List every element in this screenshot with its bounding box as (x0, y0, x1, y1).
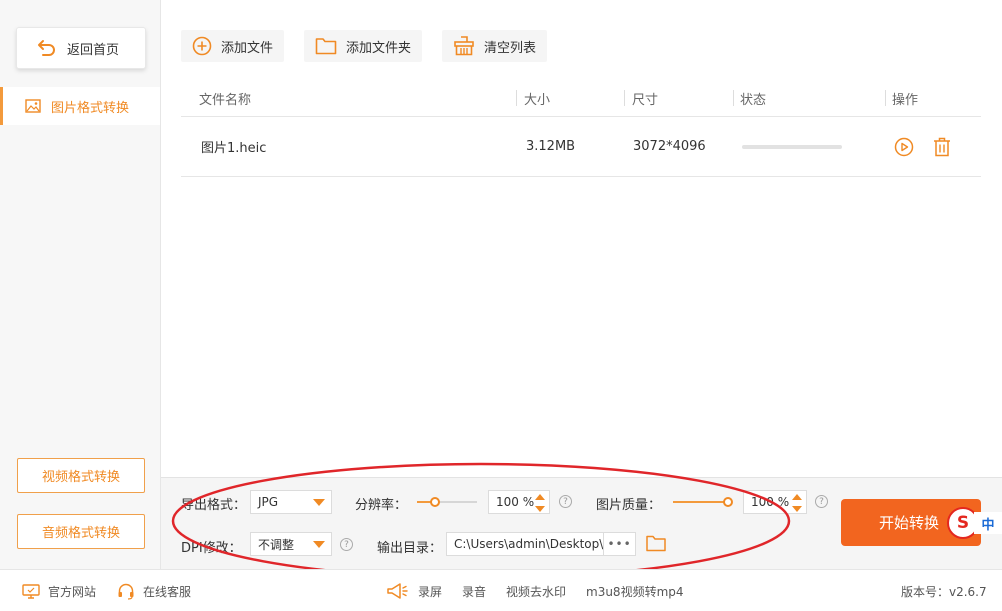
m3u8-to-mp4-link[interactable]: m3u8视频转mp4 (586, 570, 684, 611)
delete-file-button[interactable] (931, 136, 953, 158)
header-status: 状态 (740, 93, 767, 108)
resolution-label: 分辨率： (355, 498, 408, 513)
trash-icon (934, 137, 950, 157)
official-website-link[interactable]: 官方网站 (22, 570, 96, 611)
add-folder-label: 添加文件夹 (346, 40, 412, 56)
footer: 官方网站 在线客服 录屏 录音 视频去水印 m3u8视频转mp4 版本号：v2.… (0, 569, 1002, 611)
toolbar: 添加文件 添加文件夹 清空列表 (181, 30, 548, 62)
record-audio-link[interactable]: 录音 (462, 570, 486, 611)
slider-knob[interactable] (723, 497, 733, 507)
record-screen-link[interactable]: 录屏 (418, 570, 442, 611)
quality-value: 100 % (751, 495, 790, 509)
megaphone-icon (387, 583, 408, 599)
plus-circle-icon (192, 36, 212, 56)
add-file-label: 添加文件 (221, 40, 274, 56)
dpi-help-icon[interactable]: ? (340, 538, 353, 551)
resolution-input[interactable]: 100 % (488, 490, 550, 514)
browse-more-button[interactable]: ••• (603, 533, 635, 555)
slider-fill (673, 501, 728, 503)
add-folder-button[interactable]: 添加文件夹 (304, 30, 423, 62)
add-file-button[interactable]: 添加文件 (181, 30, 285, 62)
clear-list-label: 清空列表 (484, 40, 537, 56)
header-divider (516, 90, 517, 106)
quality-help-icon[interactable]: ? (815, 495, 828, 508)
quality-label: 图片质量： (596, 498, 662, 513)
resolution-slider[interactable] (417, 497, 477, 507)
file-table-header: 文件名称 大小 尺寸 状态 操作 (181, 80, 981, 117)
sidebar-item-image-convert[interactable]: 图片格式转换 (0, 87, 160, 125)
play-circle-icon (894, 137, 914, 157)
header-filename: 文件名称 (199, 93, 252, 108)
file-name: 图片1.heic (201, 141, 267, 156)
back-home-button[interactable]: 返回首页 (16, 27, 146, 69)
output-dir-path: C:\Users\admin\Desktop\ (454, 537, 604, 551)
clear-list-button[interactable]: 清空列表 (442, 30, 548, 62)
sidebar: 返回首页 图片格式转换 视频格式转换 音频格式转换 (0, 0, 161, 569)
dpi-label: DPI修改： (181, 541, 242, 556)
folder-icon (646, 535, 666, 552)
video-watermark-link[interactable]: 视频去水印 (506, 570, 566, 611)
export-format-value: JPG (258, 495, 279, 509)
resolution-value: 100 % (496, 495, 535, 509)
conversion-progress-bar (742, 145, 842, 149)
header-divider (624, 90, 625, 106)
version-label: 版本号：v2.6.7 (901, 584, 987, 599)
open-folder-button[interactable] (646, 535, 666, 556)
video-convert-button[interactable]: 视频格式转换 (17, 458, 145, 493)
quality-slider[interactable] (673, 497, 733, 507)
promo-megaphone (386, 570, 408, 611)
sidebar-item-label: 图片格式转换 (51, 100, 130, 116)
audio-convert-button[interactable]: 音频格式转换 (17, 514, 145, 549)
header-divider (733, 90, 734, 106)
slider-knob[interactable] (430, 497, 440, 507)
quality-input[interactable]: 100 % (743, 490, 807, 514)
export-format-select[interactable]: JPG (250, 490, 332, 514)
folder-icon (315, 38, 337, 55)
export-format-label: 导出格式： (181, 498, 247, 513)
online-service-link[interactable]: 在线客服 (117, 570, 191, 611)
ime-mode-label: 中 (974, 512, 1002, 534)
header-actions: 操作 (892, 93, 919, 108)
online-service-label: 在线客服 (143, 584, 192, 599)
stepper-arrows-icon[interactable] (535, 494, 545, 512)
dropdown-caret-icon (313, 541, 325, 548)
headset-icon (118, 583, 134, 600)
header-dimensions: 尺寸 (632, 93, 659, 108)
image-icon (25, 99, 41, 113)
stepper-arrows-icon[interactable] (792, 494, 802, 512)
dpi-value: 不调整 (258, 537, 295, 552)
resolution-help-icon[interactable]: ? (559, 495, 572, 508)
dpi-select[interactable]: 不调整 (250, 532, 332, 556)
table-row[interactable]: 图片1.heic 3.12MB 3072*4096 (181, 117, 981, 177)
file-size: 3.12MB (526, 139, 576, 154)
back-arrow-icon (38, 40, 55, 56)
monitor-icon (22, 583, 40, 599)
output-dir-field[interactable]: C:\Users\admin\Desktop\ ••• (446, 532, 636, 556)
settings-panel: 导出格式： JPG 分辨率： 100 % ? 图片质量： 100 % ? DPI… (161, 477, 1002, 569)
header-size: 大小 (524, 93, 551, 108)
official-website-label: 官方网站 (48, 584, 97, 599)
play-preview-button[interactable] (893, 136, 915, 158)
dropdown-caret-icon (313, 499, 325, 506)
ime-indicator[interactable]: S 中 (947, 507, 1002, 539)
broom-basket-icon (454, 36, 474, 56)
header-divider (885, 90, 886, 106)
back-home-label: 返回首页 (67, 42, 120, 58)
output-dir-label: 输出目录： (377, 541, 443, 556)
file-dimensions: 3072*4096 (633, 139, 706, 154)
